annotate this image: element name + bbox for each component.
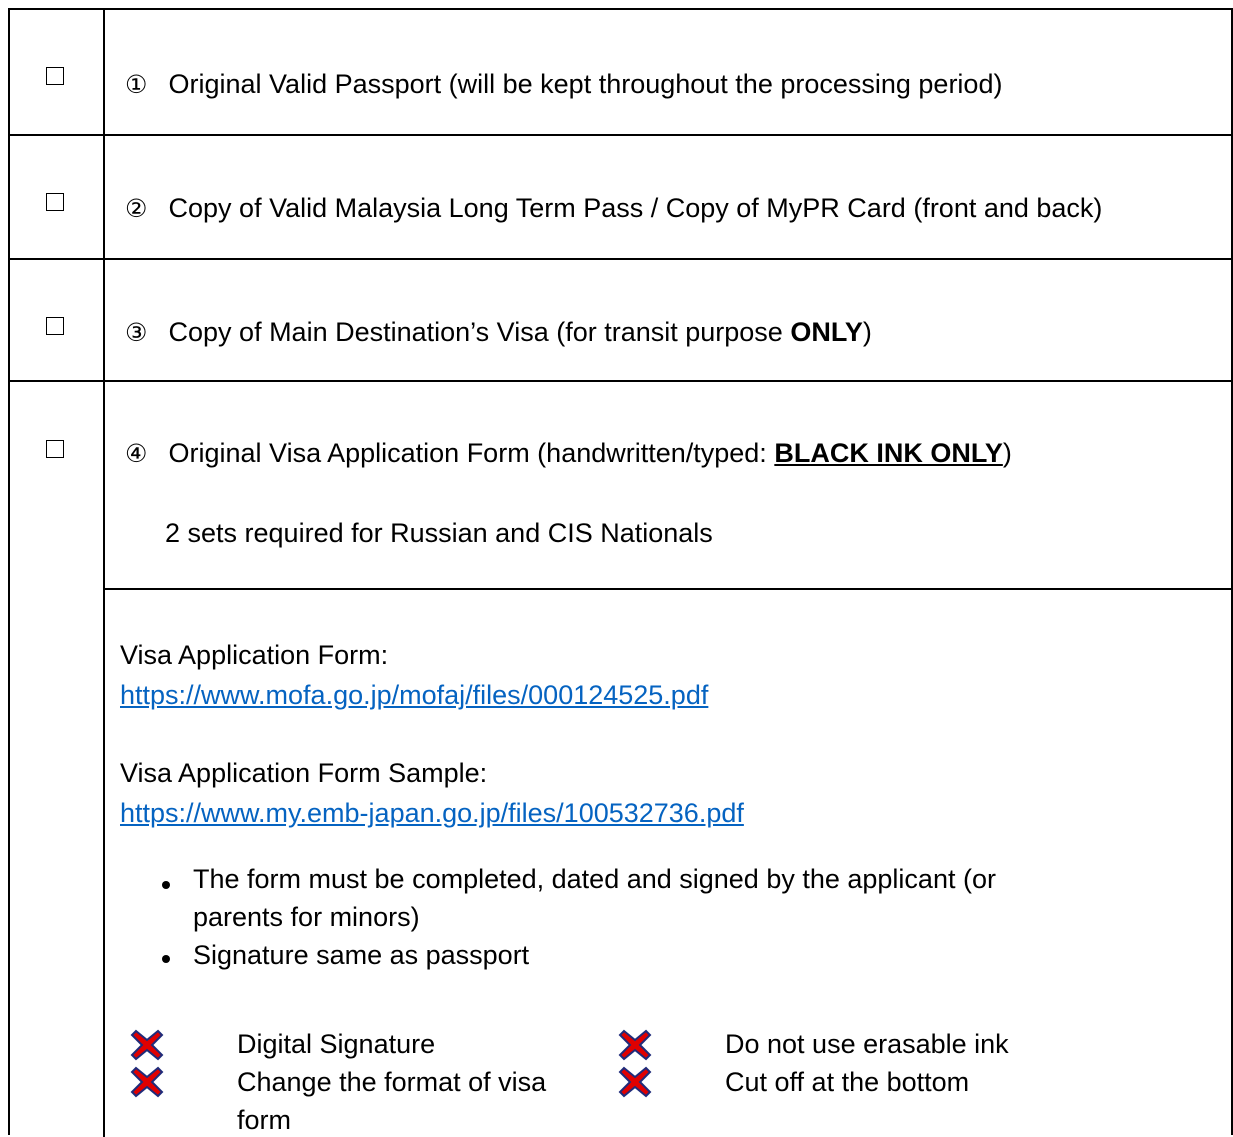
item-label: Copy of Valid Malaysia Long Term Pass / …	[168, 193, 1103, 223]
checklist-sheet: ① Original Valid Passport (will be kept …	[0, 0, 1233, 1137]
item-main-destination-visa: ③ Copy of Main Destination’s Visa (for t…	[125, 315, 872, 350]
item-passport: ① Original Valid Passport (will be kept …	[125, 67, 1002, 102]
item-label: Original Valid Passport (will be kept th…	[168, 69, 1003, 99]
checkbox-main-destination-visa[interactable]	[46, 317, 64, 335]
checkbox-long-term-pass[interactable]	[46, 193, 64, 211]
item-long-term-pass: ② Copy of Valid Malaysia Long Term Pass …	[125, 191, 1102, 226]
item-number: ①	[125, 71, 148, 99]
bullet-dot	[162, 955, 170, 963]
item-label-emphasis: BLACK INK ONLY	[774, 438, 1003, 468]
row-divider-3	[10, 380, 1231, 382]
bullet-text: The form must be completed, dated and si…	[193, 864, 996, 894]
row-divider-2	[10, 258, 1231, 260]
visa-form-link[interactable]: https://www.mofa.go.jp/mofaj/files/00012…	[120, 678, 708, 712]
row-divider-4	[103, 588, 1231, 590]
red-x-icon	[130, 1066, 164, 1098]
item-number: ②	[125, 195, 148, 223]
not-allowed-text: Change the format of visa	[237, 1067, 547, 1097]
visa-form-sample-link[interactable]: https://www.my.emb-japan.go.jp/files/100…	[120, 796, 744, 830]
item-number: ④	[125, 440, 148, 468]
item-label-prefix: Copy of Main Destination’s Visa (for tra…	[168, 317, 791, 347]
red-x-icon	[130, 1029, 164, 1061]
not-allowed-text: Cut off at the bottom	[725, 1067, 970, 1097]
table-column-divider	[103, 10, 105, 1137]
bullet-dot	[162, 881, 170, 889]
checkbox-visa-application-form[interactable]	[46, 440, 64, 458]
red-x-icon	[618, 1029, 652, 1061]
item-visa-application-form: ④ Original Visa Application Form (handwr…	[125, 436, 1012, 471]
visa-form-sample-label: Visa Application Form Sample:	[120, 758, 488, 788]
red-x-icon	[618, 1066, 652, 1098]
not-allowed-text: Digital Signature	[237, 1029, 436, 1059]
item-label-emphasis: ONLY	[790, 317, 863, 347]
requirements-table: ① Original Valid Passport (will be kept …	[8, 8, 1233, 1137]
bullet-text: Signature same as passport	[193, 940, 530, 970]
item-number: ③	[125, 319, 148, 347]
not-allowed-text: Do not use erasable ink	[725, 1029, 1009, 1059]
item-label-suffix: )	[1002, 438, 1012, 468]
item-label-prefix: Original Visa Application Form (handwrit…	[168, 438, 775, 468]
row-divider-1	[10, 134, 1231, 136]
item-label-suffix: )	[862, 317, 872, 347]
visa-form-label: Visa Application Form:	[120, 640, 389, 670]
not-allowed-continuation: form	[237, 1105, 291, 1135]
bullet-continuation: parents for minors)	[193, 902, 420, 932]
checkbox-passport[interactable]	[46, 67, 64, 85]
item-visa-application-note: 2 sets required for Russian and CIS Nati…	[165, 518, 713, 548]
